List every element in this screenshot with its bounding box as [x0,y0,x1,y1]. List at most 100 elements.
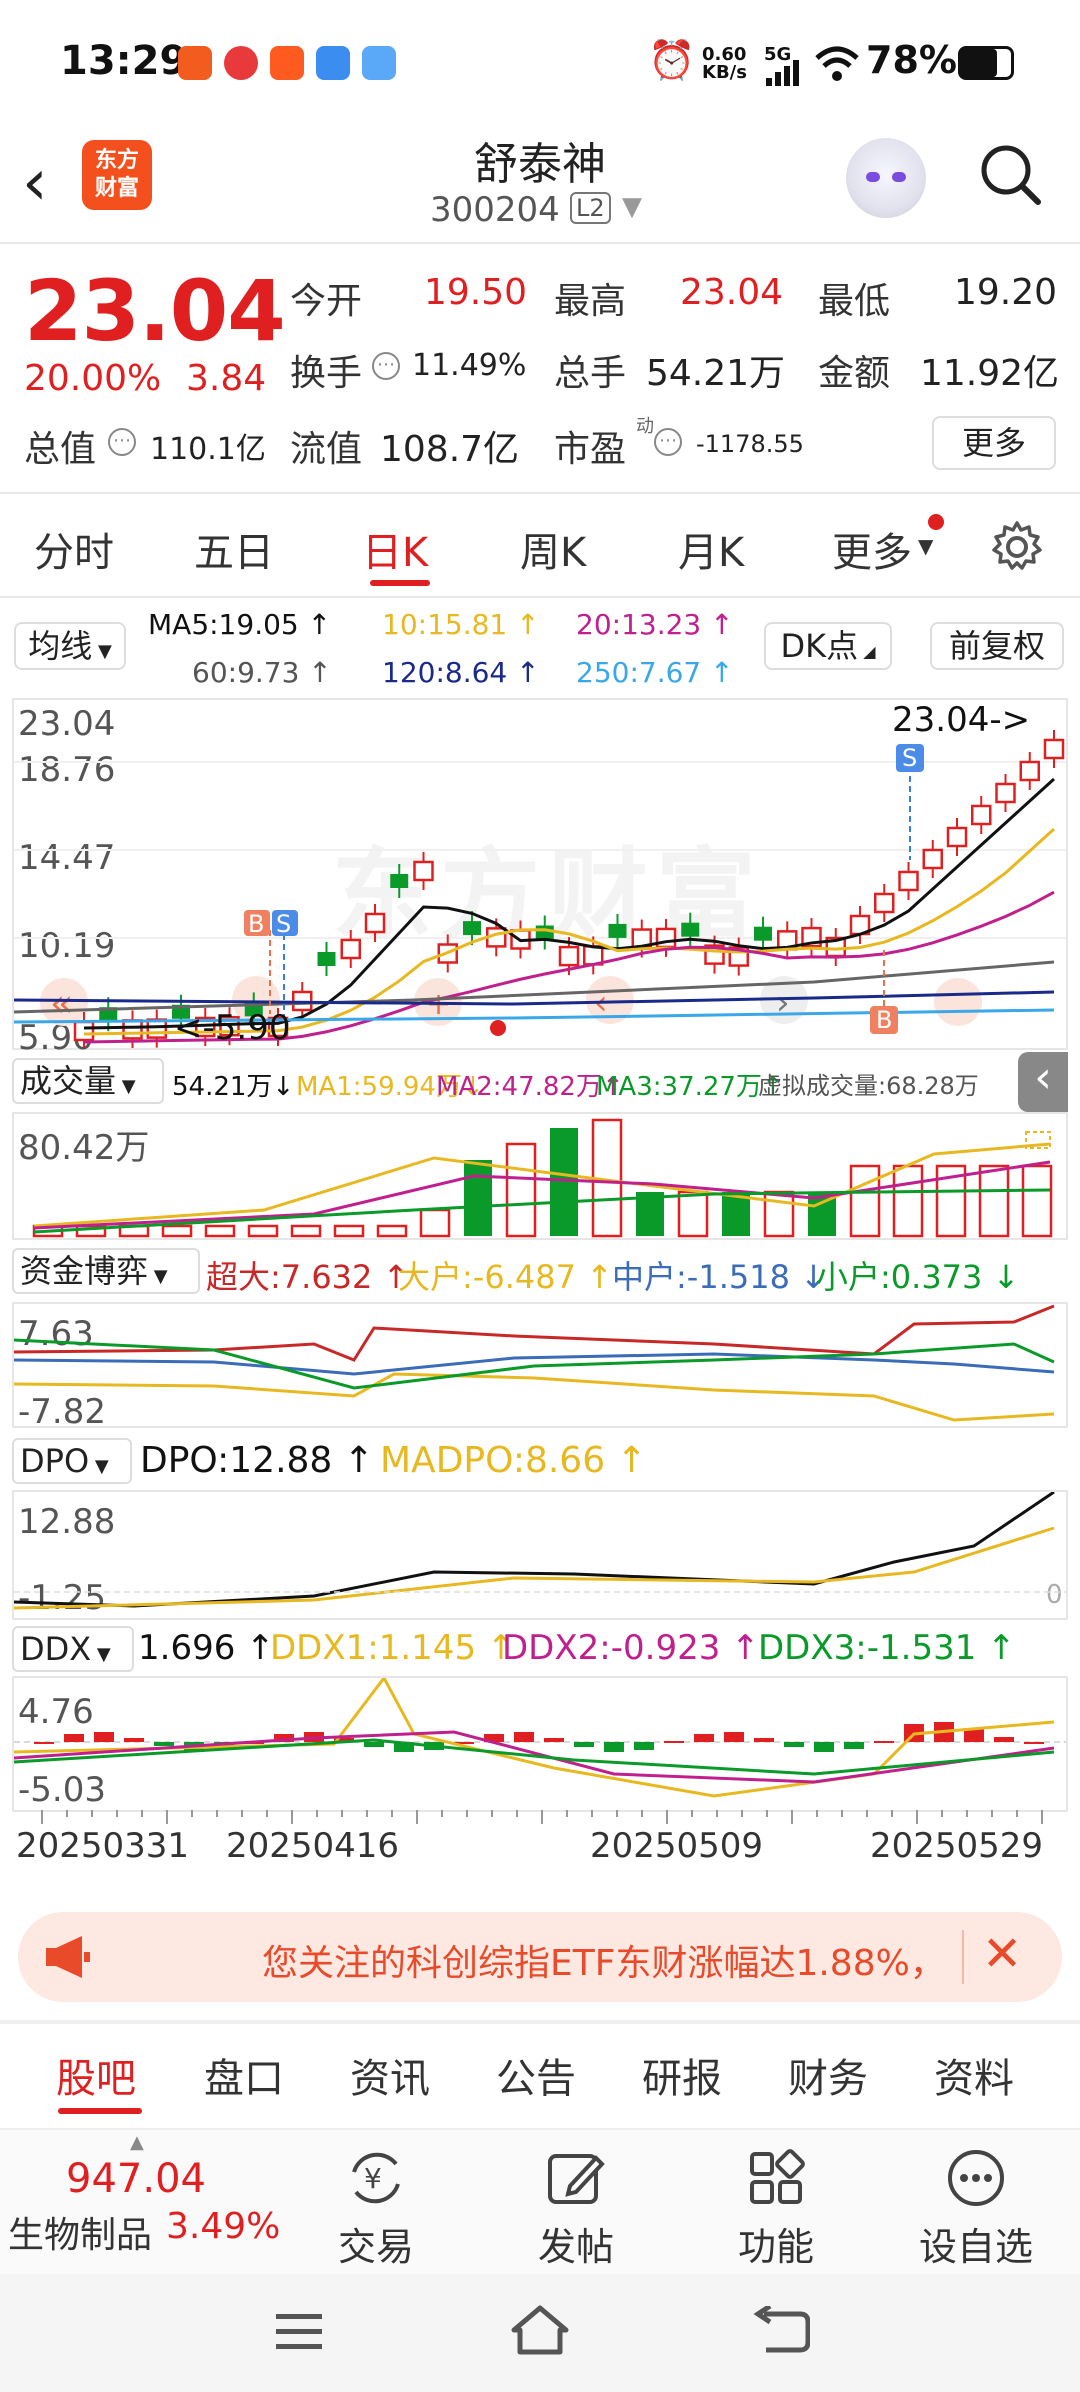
candle [922,848,943,870]
sector-name[interactable]: 生物制品 [8,2206,152,2258]
turnover-value: 11.49% [412,348,527,383]
stock-code[interactable]: 300204 [430,190,560,230]
ddx-chart[interactable]: 4.76 -5.03 [12,1676,1068,1812]
date-label: 20250529 [870,1826,1044,1866]
madpo-line [14,1526,1055,1610]
volume-bar [550,1128,578,1236]
capital-plot [14,1304,1055,1422]
chevron-up-icon[interactable]: ▲ [130,2132,144,2153]
tab-profile[interactable]: 资料 [934,2046,1014,2104]
home-icon[interactable] [510,2304,570,2356]
volume-bar [978,1164,1010,1238]
ma20-value: 20:13.23 ↑ [576,608,734,641]
tab-daily-k[interactable]: 日K [362,520,428,578]
tab-research[interactable]: 研报 [642,2046,722,2104]
candle [122,1019,143,1040]
trade-button[interactable]: 交易 [296,2216,456,2271]
function-button[interactable]: 功能 [696,2216,856,2271]
function-grid-icon[interactable] [744,2146,808,2210]
candle [413,860,434,882]
candle [608,923,627,938]
adjust-button[interactable]: 前复权 [930,622,1064,670]
open-label: 今开 [290,281,363,322]
ddx-bar [1024,1742,1044,1744]
volume-bar [333,1224,365,1238]
menu-icon[interactable] [274,2310,324,2354]
ddx-selector[interactable]: DDX ▼ [12,1626,134,1672]
ma-selector[interactable]: 均线 ▼ [14,622,126,670]
svg-text:›: › [776,983,790,1023]
ma5-value: MA5:19.05 ↑ [148,608,332,641]
volume-bar [892,1164,924,1238]
collapse-panel-icon[interactable]: ‹ [1018,1052,1068,1112]
add-watchlist-button[interactable]: 设自选 [896,2216,1056,2271]
more-quote-button[interactable]: 更多 [932,416,1056,470]
svg-text:¥: ¥ [364,2162,382,2195]
ai-assistant-robot-icon[interactable] [846,138,926,218]
dpo-chart[interactable]: 12.88 -1.25 0 [12,1490,1068,1620]
small-flow: 小户:0.373 ↓ [816,1258,1020,1296]
candle [1043,738,1065,760]
ddx-bar [724,1732,744,1742]
ma120-value: 120:8.64 ↑ [382,656,540,689]
stock-header: ‹ 东方 财富 舒泰神 300204 L2 ▼ [0,128,1080,242]
app-notification-icon [362,46,396,80]
search-icon[interactable] [976,140,1044,208]
change-percent: 20.00% [24,358,162,399]
candle [754,926,772,941]
tab-more[interactable]: 更多 [832,520,912,578]
kline-plot: « + ‹ › B S B S [14,730,1066,1048]
notice-banner[interactable]: 您关注的科创综指ETF东财涨幅达1.88%， ✕ [18,1912,1062,2002]
info-icon[interactable]: ⋯ [372,352,400,380]
ddx3-value: DDX3:-1.531 ↑ [758,1628,1016,1668]
trade-icon[interactable]: ¥ [344,2146,408,2210]
back-nav-icon[interactable] [752,2306,810,2354]
dpo-selector[interactable]: DPO ▼ [12,1438,132,1484]
volume-chart[interactable]: 80.42万 [12,1112,1068,1240]
tab-news[interactable]: 资讯 [350,2046,430,2104]
info-icon[interactable]: ⋯ [108,428,136,456]
ddx-bar [634,1742,654,1750]
more-circle-icon[interactable] [944,2146,1008,2210]
alarm-icon: ⏰ [648,38,696,82]
ddx-bar [844,1742,864,1749]
post-button[interactable]: 发帖 [496,2216,656,2271]
volume-bar [419,1208,451,1238]
active-tab-indicator [370,580,430,586]
signal-icon [766,60,799,86]
system-nav-bar [0,2274,1080,2392]
divider [0,2020,1080,2024]
wifi-icon [815,46,859,81]
tab-weekly-k[interactable]: 周K [520,520,586,578]
capital-chart[interactable]: 7.63 -7.82 [12,1302,1068,1432]
pe-value: -1178.55 [696,430,804,458]
ddx-bar [124,1738,144,1742]
tab-announcements[interactable]: 公告 [496,2046,576,2104]
tab-order-book[interactable]: 盘口 [204,2046,284,2104]
low-value: 19.20 [954,272,1058,313]
amount-label: 金额 [818,353,891,394]
tab-five-day[interactable]: 五日 [194,520,274,578]
volume-label: 总手 [554,353,627,394]
tab-financials[interactable]: 财务 [788,2046,868,2104]
tab-monthly-k[interactable]: 月K [678,520,744,578]
dk-point-button[interactable]: DK点 ◢ [764,622,892,670]
gear-icon[interactable] [990,520,1044,574]
sector-index-value[interactable]: 947.04 [66,2156,206,2202]
tab-stock-forum[interactable]: 股吧 [56,2046,136,2104]
tab-intraday[interactable]: 分时 [34,520,114,578]
close-icon[interactable]: ✕ [982,1926,1022,1982]
high-marker: 23.04-> [892,700,1031,740]
chevron-down-icon[interactable]: ▼ [622,192,642,222]
volume-bar [849,1164,881,1238]
candle [681,922,700,937]
volume-selector[interactable]: 成交量 ▼ [12,1058,164,1104]
ddx-bar [94,1732,114,1742]
divider [0,596,1080,598]
kline-chart[interactable]: 东方财富 23.04 18.76 14.47 10.19 5.90 « + ‹ … [12,698,1068,1058]
ddx-bar [544,1738,564,1742]
compose-icon[interactable] [544,2146,608,2210]
capital-selector[interactable]: 资金博弈 ▼ [12,1248,200,1294]
info-icon[interactable]: ⋯ [654,428,682,456]
ddx-bar [874,1741,894,1743]
